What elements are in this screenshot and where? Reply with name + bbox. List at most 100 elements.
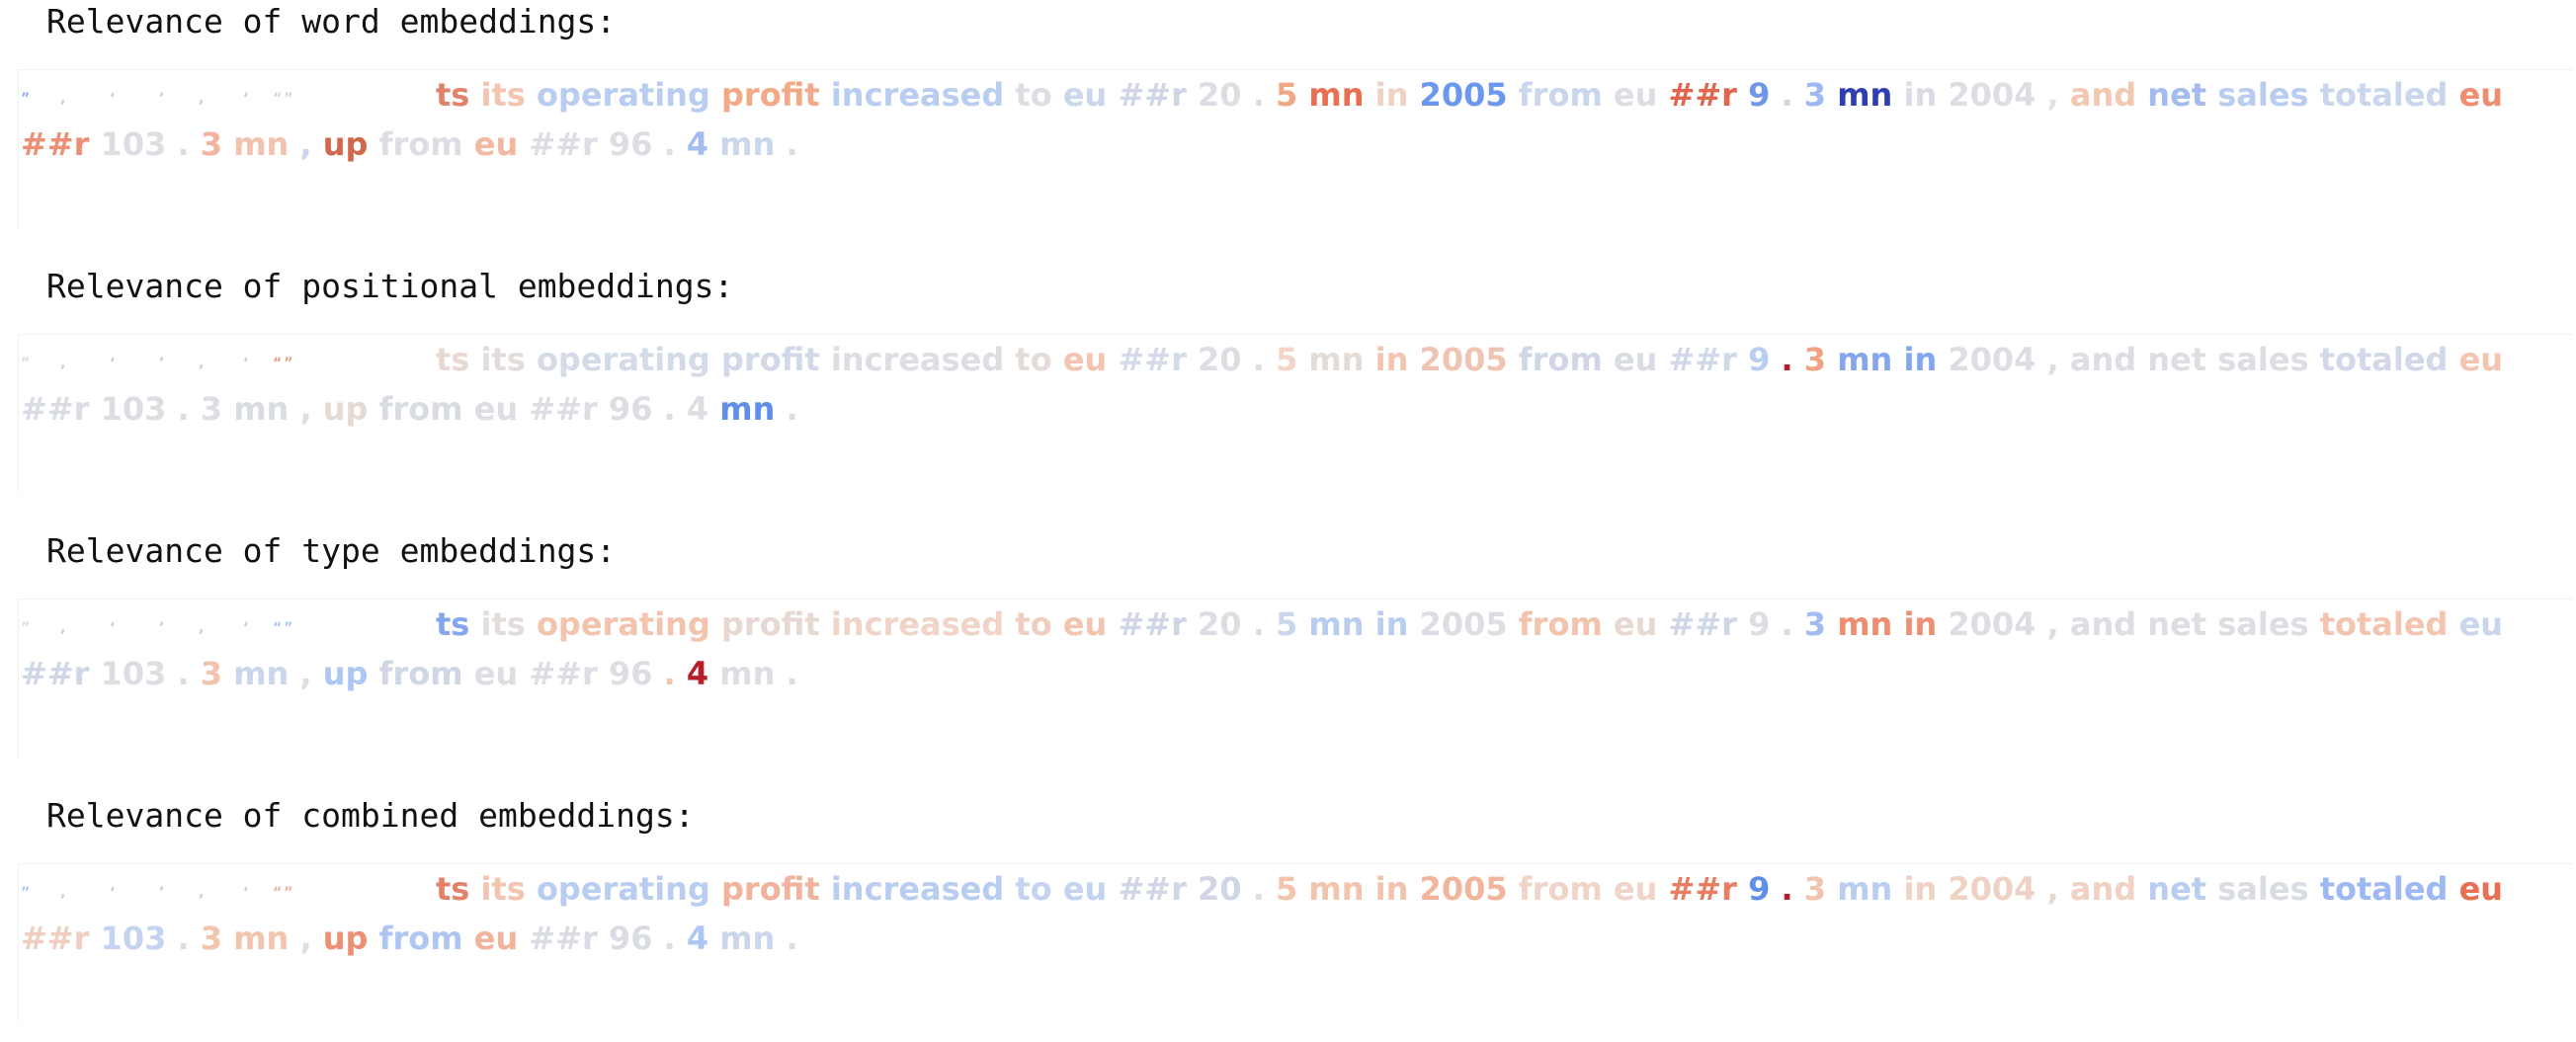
token: 3 [200, 920, 223, 957]
token: . [1781, 870, 1793, 908]
token: up [322, 390, 369, 428]
token: ##r [21, 390, 90, 428]
padding-mark: ’ [159, 885, 167, 901]
token: . [177, 920, 190, 957]
token: ##r [21, 655, 90, 692]
token: 9 [1748, 870, 1771, 908]
padding-mark: , [60, 620, 68, 636]
token: eu [473, 920, 519, 957]
token: its [480, 341, 526, 378]
token: eu [473, 655, 519, 692]
token: increased [830, 870, 1005, 908]
token: in [1374, 605, 1409, 643]
token: mn [1837, 76, 1893, 114]
token: operating [536, 76, 710, 114]
token: 4 [686, 920, 709, 957]
padding-mark: , [60, 885, 68, 901]
token: up [322, 125, 369, 163]
token: 5 [1275, 605, 1298, 643]
padding-mark: ‘ [243, 620, 251, 636]
token: totaled [2319, 870, 2449, 908]
token: in [1374, 76, 1409, 114]
token: 5 [1275, 341, 1298, 378]
token: mn [1308, 870, 1365, 908]
token: up [322, 655, 369, 692]
token: operating [536, 870, 710, 908]
padding-mark: ” [21, 620, 33, 636]
token: from [1518, 870, 1603, 908]
token: ##r [529, 125, 598, 163]
token: totaled [2319, 76, 2449, 114]
token: operating [536, 341, 710, 378]
token-list: ”, ‘ ’, ‘ “” ts its operating profit increase… [21, 864, 2565, 963]
token: increased [830, 341, 1005, 378]
token: sales [2217, 870, 2309, 908]
token: eu [1613, 76, 1658, 114]
token: mn [233, 655, 290, 692]
token: . [177, 655, 190, 692]
token: from [1518, 341, 1603, 378]
token: , [2046, 870, 2059, 908]
padding-tokens: ”, ‘ ’, ‘ “” [21, 356, 436, 371]
token: 96 [608, 655, 653, 692]
token: 20 [1198, 605, 1242, 643]
token: 4 [686, 390, 709, 428]
token: in [1903, 605, 1938, 643]
token: its [480, 76, 526, 114]
token: mn [1837, 605, 1893, 643]
token: to [1015, 605, 1052, 643]
token: in [1374, 870, 1409, 908]
token: from [378, 920, 463, 957]
token: 2004 [1948, 870, 2036, 908]
token: mn [233, 125, 290, 163]
token: . [1252, 605, 1265, 643]
token: . [1781, 76, 1793, 114]
token-list: ”, ‘ ’, ‘ “” ts its operating profit increase… [21, 335, 2565, 434]
token: , [2046, 341, 2059, 378]
padding-mark: “” [273, 356, 295, 371]
padding-mark: ’ [159, 356, 167, 371]
token: , [299, 125, 312, 163]
token: net [2147, 870, 2207, 908]
token: mn [719, 920, 776, 957]
token: in [1903, 76, 1938, 114]
token: 103 [100, 920, 167, 957]
token: increased [830, 605, 1005, 643]
token: sales [2217, 76, 2309, 114]
padding-mark: ’ [159, 620, 167, 636]
token: 3 [1803, 605, 1827, 643]
token: and [2069, 870, 2137, 908]
token: 96 [608, 125, 653, 163]
padding-mark: “” [273, 91, 295, 107]
token: eu [1062, 605, 1108, 643]
token: its [480, 870, 526, 908]
padding-mark: , [199, 885, 207, 901]
token: 20 [1198, 870, 1242, 908]
token: net [2147, 341, 2207, 378]
section-title: Relevance of positional embeddings: [46, 267, 734, 305]
token: in [1374, 341, 1409, 378]
token: . [177, 125, 190, 163]
token: 3 [1803, 76, 1827, 114]
token: 2004 [1948, 605, 2036, 643]
token: to [1015, 870, 1052, 908]
padding-mark: , [199, 620, 207, 636]
token: mn [1837, 870, 1893, 908]
token: from [1518, 76, 1603, 114]
token: ##r [21, 920, 90, 957]
token: 96 [608, 920, 653, 957]
token: 2005 [1419, 870, 1508, 908]
token: totaled [2319, 605, 2449, 643]
token-panel: ”, ‘ ’, ‘ “” ts its operating profit increase… [18, 334, 2573, 493]
token: mn [233, 920, 290, 957]
token: 103 [100, 390, 167, 428]
token: . [1781, 605, 1793, 643]
token: , [2046, 605, 2059, 643]
padding-mark: , [199, 356, 207, 371]
token: ##r [1118, 76, 1187, 114]
token: mn [1837, 341, 1893, 378]
token: eu [473, 390, 519, 428]
token: eu [1062, 341, 1108, 378]
token: 9 [1748, 76, 1771, 114]
token: ts [436, 341, 470, 378]
